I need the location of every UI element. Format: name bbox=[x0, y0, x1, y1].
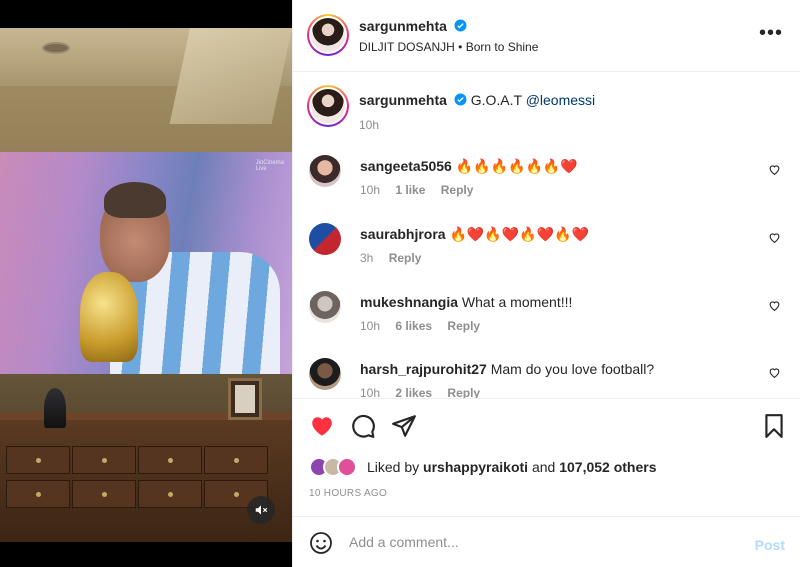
likes-count-link[interactable]: 107,052 others bbox=[559, 459, 656, 475]
video-drawer bbox=[6, 446, 70, 474]
caption-author-username[interactable]: sargunmehta bbox=[359, 92, 447, 108]
comment-reply-button[interactable]: Reply bbox=[447, 319, 480, 333]
comment-avatar[interactable] bbox=[309, 358, 341, 390]
comment-avatar[interactable] bbox=[309, 291, 341, 323]
likes-summary: Liked by urshappyraikoti and 107,052 oth… bbox=[309, 457, 657, 477]
video-drawer bbox=[138, 480, 202, 508]
comment-age: 10h bbox=[360, 183, 381, 197]
comments-list[interactable]: sargunmehta G.O.A.T @leomessi 10h sangee… bbox=[293, 73, 800, 398]
video-drawer bbox=[138, 446, 202, 474]
likes-user-link[interactable]: urshappyraikoti bbox=[423, 459, 528, 475]
comment-text: Mam do you love football? bbox=[490, 361, 655, 377]
comment-username[interactable]: sangeeta5056 bbox=[360, 158, 452, 174]
heart-filled-icon[interactable] bbox=[309, 413, 335, 439]
video-projector-screen: JioCinema Live bbox=[0, 152, 292, 374]
comment-input[interactable] bbox=[349, 529, 729, 555]
comment-text: What a moment!!! bbox=[461, 294, 573, 310]
video-figurine bbox=[44, 388, 66, 428]
comment-reply-button[interactable]: Reply bbox=[389, 251, 422, 265]
speaker-muted-icon bbox=[255, 505, 268, 515]
video-cabinet bbox=[0, 420, 292, 542]
comment-likes-link[interactable]: 6 likes bbox=[395, 319, 432, 333]
caption-age: 10h bbox=[359, 118, 380, 132]
comment-like-heart-icon[interactable] bbox=[768, 366, 781, 379]
comment-age: 3h bbox=[360, 251, 374, 265]
liker-avatar[interactable] bbox=[337, 457, 357, 477]
paper-plane-icon[interactable] bbox=[391, 413, 417, 439]
comment-likes-link[interactable]: 2 likes bbox=[395, 386, 432, 398]
emoji-smile-icon[interactable] bbox=[309, 531, 333, 555]
video-trophy bbox=[80, 272, 138, 362]
comment-bubble-icon[interactable] bbox=[350, 413, 376, 439]
video-drawer bbox=[204, 446, 268, 474]
video-beam bbox=[169, 28, 292, 124]
likes-connector: and bbox=[531, 459, 556, 475]
video-frame: JioCinema Live bbox=[0, 28, 292, 542]
comment-likes-link[interactable]: 1 like bbox=[395, 183, 425, 197]
comment-username[interactable]: mukeshnangia bbox=[360, 294, 458, 310]
comment-like-heart-icon[interactable] bbox=[768, 163, 781, 176]
likes-prefix: Liked by bbox=[367, 459, 420, 475]
add-comment-bar: Post bbox=[293, 516, 800, 567]
comment-reply-button[interactable]: Reply bbox=[447, 386, 480, 398]
verified-badge-icon bbox=[454, 19, 467, 32]
video-player-hair bbox=[104, 182, 166, 218]
post-timestamp[interactable]: 10 HOURS AGO bbox=[309, 488, 387, 499]
author-avatar[interactable] bbox=[307, 14, 349, 56]
post-video[interactable]: JioCinema Live bbox=[0, 0, 292, 567]
more-options-icon: ••• bbox=[758, 22, 783, 44]
video-drawer bbox=[72, 446, 136, 474]
post-details-panel: sargunmehta DILJIT DOSANJH • Born to Shi… bbox=[292, 0, 800, 567]
comment-avatar[interactable] bbox=[309, 223, 341, 255]
video-drawer bbox=[6, 480, 70, 508]
comment-like-heart-icon[interactable] bbox=[768, 299, 781, 312]
audio-attribution[interactable]: DILJIT DOSANJH • Born to Shine bbox=[359, 40, 538, 54]
caption-author-avatar[interactable] bbox=[307, 85, 349, 127]
comment-age: 10h bbox=[360, 386, 381, 398]
audio-song[interactable]: Born to Shine bbox=[466, 40, 539, 54]
comment-like-heart-icon[interactable] bbox=[768, 231, 781, 244]
video-broadcast-logo: JioCinema Live bbox=[255, 160, 284, 172]
video-photo-frame bbox=[228, 378, 262, 420]
author-username[interactable]: sargunmehta bbox=[359, 18, 447, 34]
verified-badge-icon bbox=[454, 93, 467, 106]
mute-button[interactable] bbox=[247, 496, 275, 524]
post-header: sargunmehta DILJIT DOSANJH • Born to Shi… bbox=[293, 0, 800, 72]
comment-text: 🔥🔥🔥🔥🔥🔥❤️ bbox=[455, 158, 578, 174]
comment-avatar[interactable] bbox=[309, 155, 341, 187]
comment-username[interactable]: saurabhjrora bbox=[360, 226, 446, 242]
more-options-button[interactable]: ••• bbox=[759, 23, 783, 43]
video-ceiling-light bbox=[42, 42, 70, 54]
post-comment-button[interactable]: Post bbox=[755, 537, 785, 553]
caption-text: G.O.A.T bbox=[470, 92, 522, 108]
comment-text: 🔥❤️🔥❤️🔥❤️🔥❤️ bbox=[449, 226, 589, 242]
video-drawer bbox=[72, 480, 136, 508]
comment-username[interactable]: harsh_rajpurohit27 bbox=[360, 361, 487, 377]
audio-artist[interactable]: DILJIT DOSANJH bbox=[359, 40, 455, 54]
comment-age: 10h bbox=[360, 319, 381, 333]
comment-reply-button[interactable]: Reply bbox=[441, 183, 474, 197]
bookmark-icon[interactable] bbox=[761, 413, 787, 439]
audio-separator: • bbox=[458, 40, 466, 54]
post-actions: Liked by urshappyraikoti and 107,052 oth… bbox=[293, 398, 800, 516]
caption-mention-link[interactable]: @leomessi bbox=[526, 92, 595, 108]
